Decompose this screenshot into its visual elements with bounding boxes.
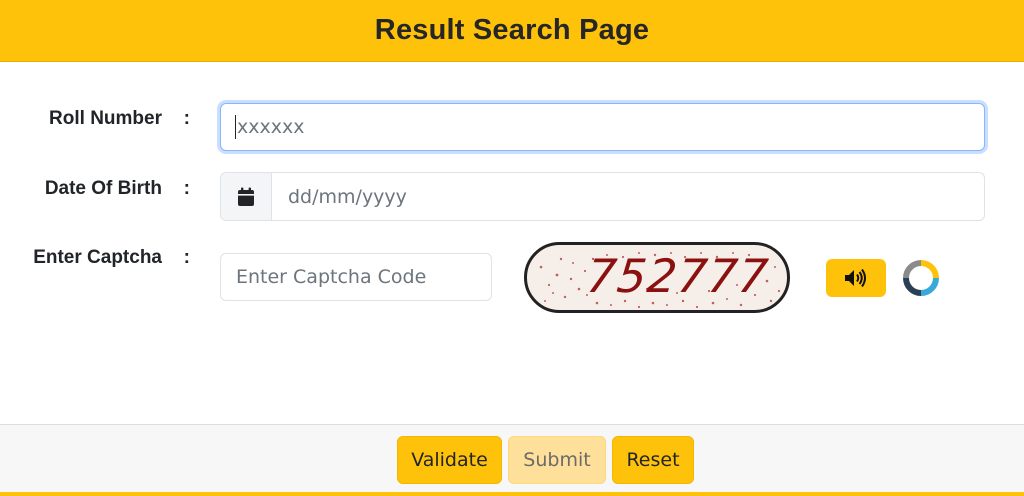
submit-button[interactable]: Submit (508, 436, 606, 484)
captcha-label-row: Enter Captcha : (0, 247, 200, 275)
roll-number-colon: : (183, 108, 190, 129)
roll-number-label-row: Roll Number : (0, 108, 200, 136)
dob-input-group: dd/mm/yyyy (220, 172, 985, 221)
captcha-image: 752777 (524, 242, 790, 313)
captcha-colon: : (183, 247, 190, 268)
captcha-placeholder: Enter Captcha Code (236, 266, 427, 288)
dob-placeholder: dd/mm/yyyy (288, 185, 407, 208)
roll-number-input[interactable]: xxxxxx (220, 103, 985, 151)
validate-button[interactable]: Validate (397, 436, 502, 484)
page-title: Result Search Page (374, 14, 650, 46)
dob-input[interactable]: dd/mm/yyyy (272, 173, 984, 220)
captcha-label: Enter Captcha (33, 247, 162, 268)
refresh-icon[interactable] (901, 258, 941, 298)
bottom-accent-strip (0, 492, 1024, 496)
dob-label: Date Of Birth (44, 178, 162, 199)
speaker-icon (845, 268, 866, 288)
calendar-icon[interactable] (221, 173, 272, 220)
text-caret (235, 115, 236, 139)
dob-label-row: Date Of Birth : (0, 178, 200, 206)
captcha-code: 752777 (584, 249, 772, 303)
roll-number-value: xxxxxx (237, 116, 305, 138)
dob-colon: : (183, 178, 190, 199)
audio-captcha-button[interactable] (826, 259, 886, 297)
reset-button[interactable]: Reset (612, 436, 694, 484)
roll-number-label: Roll Number (49, 108, 162, 129)
page-header: Result Search Page (0, 0, 1024, 62)
captcha-input[interactable]: Enter Captcha Code (220, 253, 492, 301)
